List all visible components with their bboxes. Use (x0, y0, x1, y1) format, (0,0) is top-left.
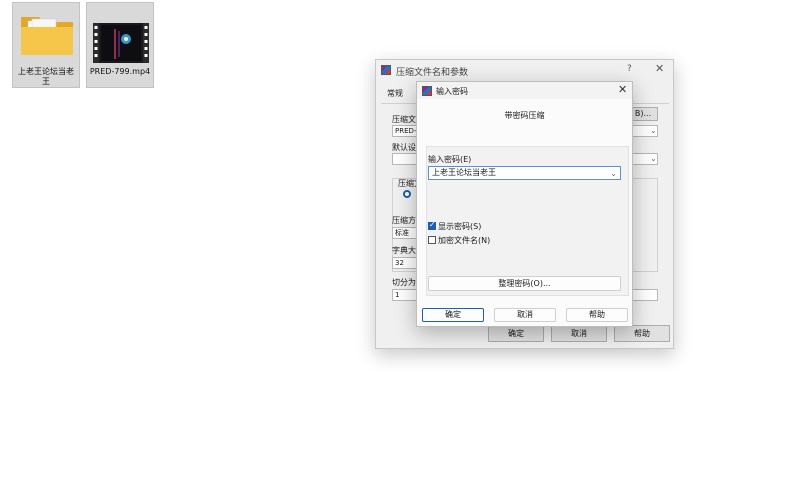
show-password-label: 显示密码(S) (438, 222, 482, 231)
format-radio[interactable] (403, 190, 411, 198)
method-label: 压缩方 (392, 216, 416, 225)
dialog-title: 输入密码 (436, 87, 468, 96)
desktop-icon-folder[interactable]: 上老王论坛当老王 (12, 2, 80, 88)
dictionary-label: 字典大 (392, 246, 416, 255)
cancel-button[interactable]: 取消 (551, 325, 607, 342)
help-button[interactable]: 帮助 (614, 325, 670, 342)
encrypt-filenames-checkbox[interactable] (428, 236, 436, 244)
winrar-icon (381, 65, 391, 75)
chevron-down-icon: ⌄ (650, 154, 657, 163)
dialog-subtitle: 带密码压缩 (504, 111, 545, 120)
password-value: 上老王论坛当老王 (432, 168, 496, 177)
split-label: 切分为 (392, 278, 416, 287)
archive-name-label: 压缩文 (392, 115, 416, 124)
ok-button[interactable]: 确定 (488, 325, 544, 342)
winrar-icon (422, 86, 432, 96)
password-input[interactable]: 上老王论坛当老王 ⌄ (428, 166, 621, 180)
desktop-icon-video[interactable]: PRED-799.mp4 (86, 2, 154, 88)
folder-label: 上老王论坛当老王 (18, 67, 74, 86)
chevron-down-icon: ⌄ (650, 126, 657, 135)
tab-general[interactable]: 常规 (387, 88, 403, 99)
cancel-button[interactable]: 取消 (494, 308, 556, 322)
help-button[interactable]: 帮助 (566, 308, 628, 322)
close-icon[interactable]: ✕ (655, 62, 664, 75)
video-label: PRED-799.mp4 (89, 67, 151, 76)
help-icon[interactable]: ? (627, 64, 632, 74)
close-icon[interactable]: ✕ (618, 83, 627, 96)
video-file-icon (93, 23, 149, 63)
show-password-checkbox[interactable] (428, 220, 436, 230)
organize-passwords-button[interactable]: 整理密码(O)... (428, 276, 621, 291)
encrypt-filenames-label: 加密文件名(N) (438, 236, 491, 245)
ok-button[interactable]: 确定 (422, 308, 484, 322)
password-label: 输入密码(E) (428, 155, 472, 164)
folder-icon (21, 17, 73, 55)
chevron-down-icon[interactable]: ⌄ (610, 168, 617, 180)
enter-password-dialog: 输入密码 ✕ 带密码压缩 输入密码(E) 上老王论坛当老王 ⌄ 显示密码(S) … (416, 81, 633, 327)
default-settings-label: 默认设 (392, 143, 416, 152)
window-title: 压缩文件名和参数 (396, 68, 469, 78)
